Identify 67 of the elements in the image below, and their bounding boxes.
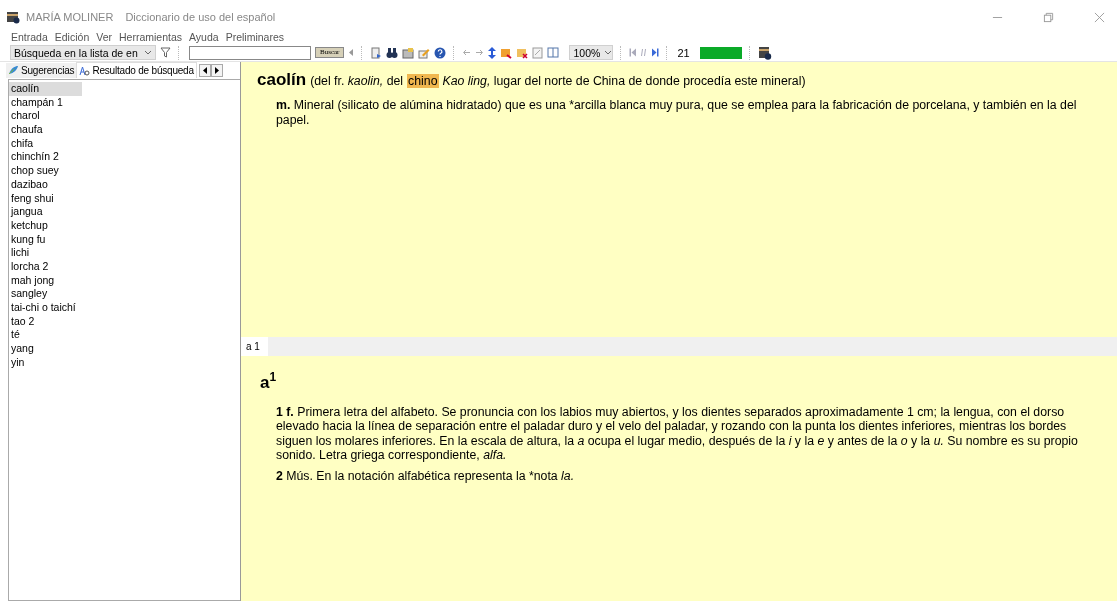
triangle-left-icon (201, 65, 208, 75)
list-item[interactable]: tai-chi o taichí (9, 301, 82, 315)
close-icon[interactable] (1094, 11, 1105, 23)
highlighted-word: chino (407, 74, 439, 88)
arrow-left-icon[interactable] (462, 48, 472, 57)
menu-item[interactable]: Ayuda (188, 31, 220, 43)
list-item[interactable]: chifa (9, 136, 82, 151)
etymology-text: (del fr. kaolin, del (310, 74, 404, 88)
chevron-down-icon (604, 49, 613, 56)
progress-bar (699, 46, 742, 59)
list-item[interactable]: feng shui (9, 191, 82, 206)
document-icon[interactable] (370, 46, 383, 59)
definition-text: m. Mineral (silicato de alúmina hidratado) que es una *arcilla blanca muy pura, que se emplea para la fabricación de porcelana, y también en la del papel. (276, 98, 1078, 127)
up-down-arrows-icon[interactable] (488, 46, 497, 59)
search-mode-dropdown[interactable]: Búsqueda en la lista de en (10, 45, 156, 60)
first-page-icon[interactable] (629, 48, 638, 57)
triangle-right-icon (213, 65, 220, 75)
sidebar-tab[interactable]: Sugerencias (6, 62, 77, 78)
definition-text: 1 f. Primera letra del alfabeto. Se pronuncia con los labios muy abiertos, y los dientes separados aproximadamente 1 cm; la lengua, con el dorso elevado hacia la línea de separación entre el paladar duro y el velo del paladar, y rozando con la punta los dientes inferiores, mientras los bordes siguen los molares inferiores. En la escala de altura, la a ocupa el lugar medio, después de la i y la e y antes de la o y la u. Su nombre es su propio sonido. Letra griega correspondiente, alfa. (276, 404, 1079, 463)
triangle-left-icon[interactable] (348, 48, 355, 57)
last-page-icon[interactable] (651, 48, 660, 57)
entry-tab[interactable]: a 1 (241, 337, 268, 356)
list-item[interactable]: kung fu (9, 232, 82, 247)
binoculars-icon[interactable] (386, 46, 399, 59)
list-item[interactable]: chinchín 2 (9, 150, 82, 165)
leaf-icon (8, 65, 19, 75)
menu-item[interactable]: Ver (95, 31, 113, 43)
list-item[interactable]: charol (9, 109, 82, 124)
page-number: 21 (677, 46, 690, 59)
etymology-text: Kao ling, lugar del norte de China de donde procedía este mineral) (442, 74, 806, 88)
list-item[interactable]: chop suey (9, 164, 82, 178)
list-item[interactable]: jangua (9, 205, 82, 219)
list-item[interactable]: yin (9, 355, 82, 370)
list-item[interactable]: yang (9, 342, 82, 356)
list-item[interactable]: champán 1 (9, 95, 82, 110)
menu-item[interactable]: Herramientas (118, 31, 184, 43)
menu-item[interactable]: Preliminares (224, 31, 285, 43)
headword: a$^{1}$ (260, 370, 278, 393)
window-title: Diccionario de uso del español (125, 11, 276, 23)
list-item[interactable]: ketchup (9, 218, 82, 233)
menu-item[interactable]: Entrada (10, 31, 49, 43)
app-icon (6, 10, 20, 24)
list-item[interactable]: tao 2 (9, 314, 82, 329)
app-icon[interactable] (757, 45, 772, 60)
menu-item[interactable]: Edición (53, 31, 91, 43)
list-item[interactable]: mah jong (9, 273, 82, 288)
list-item[interactable]: dazibao (9, 177, 82, 192)
list-item[interactable]: caolín (9, 82, 82, 96)
list-item[interactable]: té (9, 328, 82, 343)
list-item[interactable]: lorcha 2 (9, 259, 82, 274)
help-icon[interactable] (434, 46, 447, 59)
chevron-down-icon (144, 49, 152, 56)
text-search-icon (79, 65, 91, 76)
headword: caolín (257, 70, 307, 90)
list-item[interactable]: sangley (9, 287, 82, 301)
pause-icon[interactable] (641, 48, 648, 57)
restore-icon[interactable] (1043, 11, 1054, 23)
app-name: MARÍA MOLINER (26, 11, 114, 23)
list-item[interactable]: chaufa (9, 123, 82, 137)
list-item[interactable]: lichi (9, 246, 82, 260)
book-icon[interactable] (547, 47, 560, 58)
definition-text: 2 Mús. En la notación alfabética representa la *nota la. (276, 468, 576, 484)
zoom-dropdown[interactable]: 100% (569, 45, 614, 60)
sidebar-tab[interactable]: Resultado de búsqueda (76, 62, 197, 78)
search-field[interactable] (189, 45, 311, 60)
scroll-left-button[interactable] (198, 63, 211, 77)
filter-icon[interactable] (160, 47, 171, 58)
